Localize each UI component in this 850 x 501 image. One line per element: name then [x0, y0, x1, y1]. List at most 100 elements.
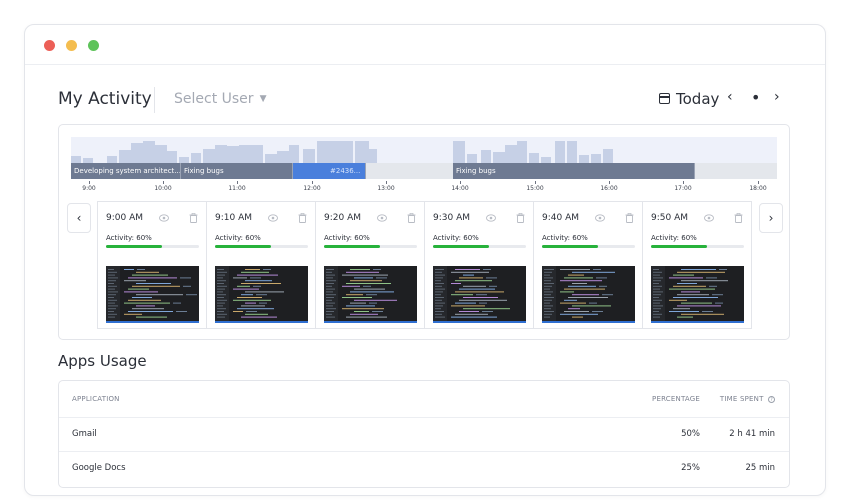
histogram-bar	[251, 145, 263, 163]
timeline-tick	[535, 181, 536, 184]
minimize-window-button[interactable]	[66, 40, 77, 51]
histogram-bar	[265, 154, 277, 163]
calendar-icon	[659, 93, 670, 104]
timeline-tick-label: 10:00	[154, 185, 172, 192]
histogram-bar	[277, 151, 289, 163]
activity-progress-fill	[542, 245, 598, 248]
maximize-window-button[interactable]	[88, 40, 99, 51]
current-day-button[interactable]: •	[751, 88, 760, 107]
timeline-segment[interactable]: Fixing bugs	[181, 163, 293, 179]
trash-icon[interactable]	[298, 213, 307, 223]
next-day-button[interactable]: ›	[774, 89, 780, 105]
activity-label: Activity: 60%	[651, 234, 697, 242]
code-editor-preview	[651, 266, 744, 321]
help-icon[interactable]: ?	[768, 396, 775, 403]
column-header-percentage: PERCENTAGE	[652, 395, 700, 403]
application-time-spent: 25 min	[745, 463, 775, 473]
screenshot-thumbnail[interactable]	[433, 266, 526, 323]
select-user-dropdown[interactable]: Select User ▼	[174, 91, 266, 107]
histogram-bar	[131, 143, 143, 163]
screenshot-thumbnail[interactable]	[106, 266, 199, 323]
column-header-application: APPLICATION	[72, 395, 120, 403]
timeline-tick-label: 14:00	[451, 185, 469, 192]
histogram-bar	[239, 145, 251, 163]
code-editor-preview	[542, 266, 635, 321]
histogram-bar	[341, 141, 353, 163]
timeline-tick-label: 16:00	[600, 185, 618, 192]
histogram-bar	[591, 154, 601, 163]
column-header-time-spent[interactable]: TIME SPENT ?	[720, 395, 775, 403]
date-picker[interactable]: Today	[659, 90, 719, 108]
timeline-tick	[683, 181, 684, 184]
activity-card[interactable]: 9:30 AM Activity: 60%	[425, 202, 534, 328]
apps-usage-table: APPLICATION PERCENTAGE TIME SPENT ? Gmai…	[58, 380, 790, 488]
activity-histogram	[71, 137, 777, 163]
screenshot-thumbnail[interactable]	[215, 266, 308, 323]
timeline-segment-label[interactable]: #2436...	[327, 163, 366, 179]
eye-icon[interactable]	[486, 214, 496, 222]
activity-label: Activity: 60%	[324, 234, 370, 242]
activity-card[interactable]: 9:00 AM Activity: 60%	[98, 202, 207, 328]
timeline-tick	[460, 181, 461, 184]
close-window-button[interactable]	[44, 40, 55, 51]
histogram-bar	[191, 153, 201, 163]
table-row[interactable]: Google Docs 25% 25 min	[59, 451, 789, 485]
trash-icon[interactable]	[625, 213, 634, 223]
screenshot-thumbnail[interactable]	[651, 266, 744, 323]
histogram-bar	[567, 141, 577, 163]
timeline-tick	[163, 181, 164, 184]
histogram-bar	[493, 152, 505, 163]
app-window: My Activity Select User ▼ Today ‹ • › Dev…	[24, 24, 826, 496]
table-row[interactable]: Gmail 50% 2 h 41 min	[59, 417, 789, 451]
activity-progress-fill	[433, 245, 489, 248]
scroll-right-button[interactable]: ›	[759, 203, 783, 233]
histogram-bar	[107, 156, 117, 163]
histogram-bar	[603, 149, 613, 163]
activity-card[interactable]: 9:10 AM Activity: 60%	[207, 202, 316, 328]
histogram-bar	[203, 149, 215, 163]
activity-progress-fill	[215, 245, 271, 248]
timeline-segment-selected[interactable]	[293, 163, 327, 179]
screenshot-thumbnail[interactable]	[542, 266, 635, 323]
histogram-bar	[453, 141, 465, 163]
histogram-bar	[143, 141, 155, 163]
trash-icon[interactable]	[516, 213, 525, 223]
eye-icon[interactable]	[268, 214, 278, 222]
activity-progress-fill	[324, 245, 380, 248]
timeline-tick-label: 18:00	[749, 185, 767, 192]
eye-icon[interactable]	[159, 214, 169, 222]
scroll-left-button[interactable]: ‹	[67, 203, 91, 233]
timeline-tick-label: 12:00	[303, 185, 321, 192]
histogram-bar	[517, 141, 527, 163]
card-time: 9:30 AM	[433, 213, 470, 223]
trash-icon[interactable]	[189, 213, 198, 223]
trash-icon[interactable]	[407, 213, 416, 223]
eye-icon[interactable]	[377, 214, 387, 222]
activity-timeline[interactable]: Developing system architect... Fixing bu…	[71, 137, 777, 197]
title-bar	[25, 25, 825, 65]
activity-card[interactable]: 9:40 AM Activity: 60%	[534, 202, 643, 328]
activity-card[interactable]: 9:20 AM Activity: 60%	[316, 202, 425, 328]
activity-card[interactable]: 9:50 AM Activity: 60%	[643, 202, 752, 328]
histogram-bar	[215, 145, 227, 163]
trash-icon[interactable]	[734, 213, 743, 223]
activity-label: Activity: 60%	[433, 234, 479, 242]
activity-progress-bar	[324, 245, 417, 248]
timeline-tick	[386, 181, 387, 184]
select-user-label: Select User	[174, 91, 254, 107]
activity-progress-bar	[433, 245, 526, 248]
card-time: 9:10 AM	[215, 213, 252, 223]
eye-icon[interactable]	[704, 214, 714, 222]
eye-icon[interactable]	[595, 214, 605, 222]
page-title: My Activity	[58, 89, 152, 109]
previous-day-button[interactable]: ‹	[727, 89, 733, 105]
code-editor-preview	[215, 266, 308, 321]
screenshot-thumbnail[interactable]	[324, 266, 417, 323]
timeline-tick	[312, 181, 313, 184]
code-editor-preview	[433, 266, 526, 321]
timeline-tick-label: 13:00	[377, 185, 395, 192]
activity-progress-bar	[106, 245, 199, 248]
timeline-segment[interactable]: Fixing bugs	[453, 163, 695, 179]
header-divider	[154, 87, 155, 113]
timeline-segment[interactable]: Developing system architect...	[71, 163, 181, 179]
